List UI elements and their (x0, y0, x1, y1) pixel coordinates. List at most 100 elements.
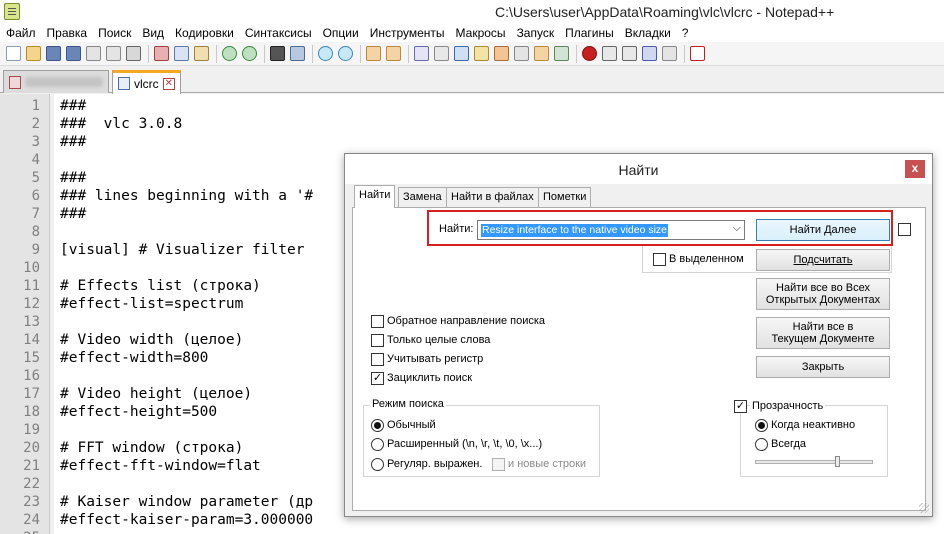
count-button[interactable]: Подсчитать (756, 249, 890, 271)
close-icon[interactable]: x (905, 160, 925, 178)
code-line: 2 ### vlc 3.0.8 (0, 115, 944, 133)
menu-search[interactable]: Поиск (98, 26, 131, 40)
cut-icon[interactable] (154, 46, 169, 61)
find-all-open-docs-button[interactable]: Найти все во Всех Открытых Документах (756, 278, 890, 310)
menu-view[interactable]: Вид (142, 26, 164, 40)
line-text: #effect-kaiser-param=3.000000 (60, 512, 314, 528)
close-button[interactable]: Закрыть (756, 356, 890, 378)
open-file-icon[interactable] (26, 46, 41, 61)
mode-regex-radio[interactable] (371, 458, 384, 471)
mode-regex-label: Регуляр. выражен. (387, 458, 483, 470)
word-wrap-icon[interactable] (414, 46, 429, 61)
transparency-checkbox[interactable]: ✓ (734, 400, 747, 413)
tab-find-in-files[interactable]: Найти в файлах (446, 187, 539, 207)
transparency-label: Прозрачность (750, 400, 826, 412)
document-tab-bar: vlcrc ✕ (0, 67, 944, 94)
run-macro-multiple-icon[interactable] (642, 46, 657, 61)
tab-replace[interactable]: Замена (398, 187, 447, 207)
print-icon[interactable] (126, 46, 141, 61)
zoom-in-icon[interactable] (318, 46, 333, 61)
in-selection-label: В выделенном (669, 253, 744, 265)
indent-guide-icon[interactable] (454, 46, 469, 61)
record-macro-icon[interactable] (582, 46, 597, 61)
monitoring-icon[interactable] (554, 46, 569, 61)
menu-plugins[interactable]: Плагины (565, 26, 614, 40)
line-number: 2 (31, 116, 40, 132)
spell-check-icon[interactable] (690, 46, 705, 61)
sync-horizontal-icon[interactable] (386, 46, 401, 61)
menu-run[interactable]: Запуск (517, 26, 555, 40)
menu-settings[interactable]: Опции (323, 26, 359, 40)
line-text: # FFT window (строка) (60, 440, 244, 456)
menu-language[interactable]: Синтаксисы (245, 26, 312, 40)
new-file-icon[interactable] (6, 46, 21, 61)
find-all-current-line2: Текущем Документе (771, 333, 875, 345)
resize-grip[interactable] (919, 503, 929, 513)
line-number: 9 (31, 242, 40, 258)
save-all-icon[interactable] (66, 46, 81, 61)
find-all-current-doc-button[interactable]: Найти все в Текущем Документе (756, 317, 890, 349)
tab-find[interactable]: Найти (354, 185, 396, 208)
menu-tools[interactable]: Инструменты (370, 26, 445, 40)
backward-label: Обратное направление поиска (387, 315, 546, 327)
on-lose-focus-radio[interactable] (755, 419, 768, 432)
folder-workspace-icon[interactable] (534, 46, 549, 61)
blurred-tab-label (25, 77, 103, 87)
line-text: [visual] # Visualizer filter (60, 242, 305, 258)
transparency-slider-track[interactable] (755, 460, 873, 464)
replace-icon[interactable] (290, 46, 305, 61)
line-number: 24 (23, 512, 40, 528)
close-all-icon[interactable] (106, 46, 121, 61)
notepad-plus-plus-icon (4, 3, 20, 20)
save-icon[interactable] (46, 46, 61, 61)
play-macro-icon[interactable] (622, 46, 637, 61)
line-text: # Kaiser window parameter (др (60, 494, 314, 510)
show-all-chars-icon[interactable] (434, 46, 449, 61)
always-radio[interactable] (755, 438, 768, 451)
wrap-around-checkbox[interactable]: ✓ (371, 372, 384, 385)
line-text: #effect-fft-window=flat (60, 458, 261, 474)
close-file-icon[interactable] (86, 46, 101, 61)
language-icon[interactable] (474, 46, 489, 61)
mode-extended-radio[interactable] (371, 438, 384, 451)
whole-word-checkbox[interactable] (371, 334, 384, 347)
backward-checkbox[interactable] (371, 315, 384, 328)
zoom-out-icon[interactable] (338, 46, 353, 61)
mode-normal-radio[interactable] (371, 419, 384, 432)
tab-vlcrc[interactable]: vlcrc ✕ (112, 70, 181, 94)
undo-icon[interactable] (222, 46, 237, 61)
line-text: #effect-height=500 (60, 404, 218, 420)
copy-icon[interactable] (174, 46, 189, 61)
menu-macro[interactable]: Макросы (456, 26, 506, 40)
line-number: 16 (23, 368, 40, 384)
transparency-slider-thumb[interactable] (834, 456, 840, 467)
tab-hidden-document[interactable] (3, 70, 109, 93)
menu-window[interactable]: Вкладки (625, 26, 671, 40)
paste-icon[interactable] (194, 46, 209, 61)
line-text: ### vlc 3.0.8 (60, 116, 183, 132)
menu-file[interactable]: Файл (6, 26, 36, 40)
find-icon[interactable] (270, 46, 285, 61)
menu-help[interactable]: ? (682, 26, 689, 40)
doc-map-icon[interactable] (494, 46, 509, 61)
in-selection-checkbox[interactable] (653, 253, 666, 266)
stop-macro-icon[interactable] (602, 46, 617, 61)
tab-label: vlcrc (134, 76, 159, 91)
window-title: C:\Users\user\AppData\Roaming\vlc\vlcrc … (495, 4, 835, 20)
match-case-checkbox[interactable] (371, 353, 384, 366)
save-macro-icon[interactable] (662, 46, 677, 61)
line-number: 21 (23, 458, 40, 474)
line-text: # Effects list (строка) (60, 278, 261, 294)
tab-mark[interactable]: Пометки (538, 187, 592, 207)
extra-checkbox[interactable] (898, 223, 911, 236)
redo-icon[interactable] (242, 46, 257, 61)
close-icon[interactable]: ✕ (162, 77, 175, 90)
menu-encoding[interactable]: Кодировки (175, 26, 234, 40)
line-number: 10 (23, 260, 40, 276)
code-line: 3 ### (0, 133, 944, 151)
menu-edit[interactable]: Правка (47, 26, 88, 40)
function-list-icon[interactable] (514, 46, 529, 61)
on-lose-focus-label: Когда неактивно (771, 419, 856, 431)
line-text: # Video height (целое) (60, 386, 253, 402)
sync-vertical-icon[interactable] (366, 46, 381, 61)
